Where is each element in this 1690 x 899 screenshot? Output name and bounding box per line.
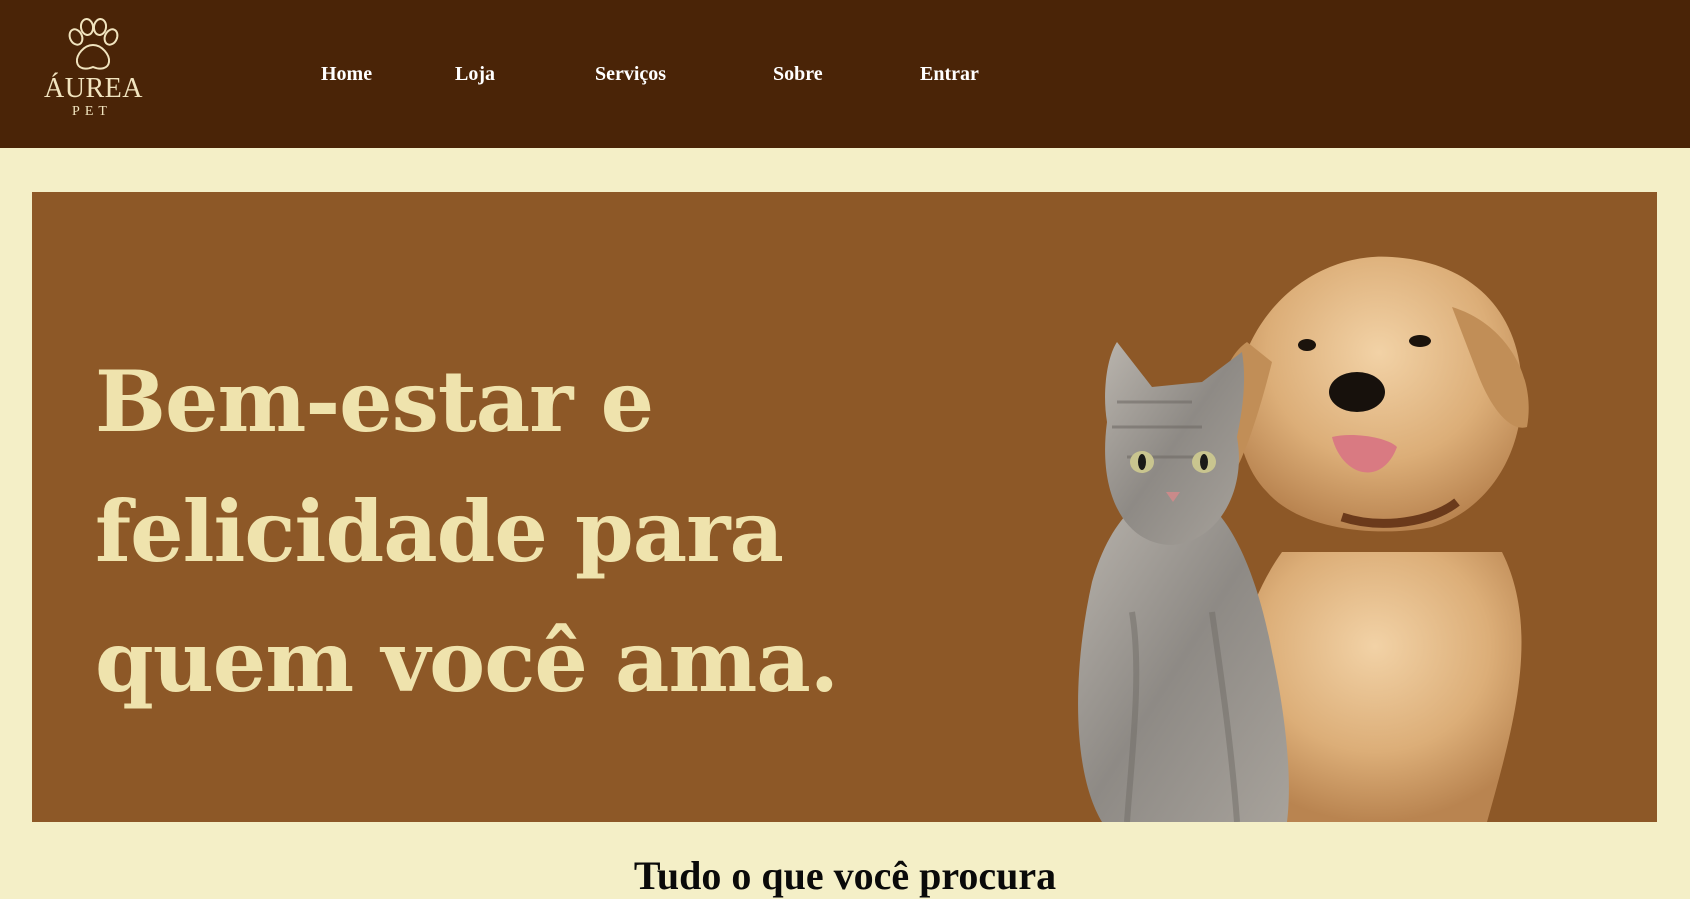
hero-banner: Bem-estar e felicidade para quem você am… — [32, 192, 1657, 822]
paw-icon — [68, 18, 119, 70]
brand-logo[interactable]: ÁUREA PET — [44, 16, 143, 128]
nav-home[interactable]: Home — [321, 63, 372, 86]
headline-line: felicidade para — [95, 482, 784, 581]
hero-headline: Bem-estar e felicidade para quem você am… — [95, 337, 839, 727]
brand-name: ÁUREA — [44, 73, 143, 104]
nav-sobre[interactable]: Sobre — [773, 63, 823, 86]
nav-loja[interactable]: Loja — [455, 63, 495, 86]
site-header: ÁUREA PET Home Loja Serviços Sobre Entra… — [0, 0, 1690, 148]
headline-line: Bem-estar e — [95, 352, 654, 451]
headline-line: quem você ama. — [95, 612, 839, 711]
pets-image — [1078, 256, 1529, 822]
nav-servicos[interactable]: Serviços — [595, 63, 666, 86]
nav-entrar[interactable]: Entrar — [920, 63, 979, 86]
section-title: Tudo o que você procura — [633, 853, 1057, 898]
brand-tagline: PET — [72, 104, 112, 119]
